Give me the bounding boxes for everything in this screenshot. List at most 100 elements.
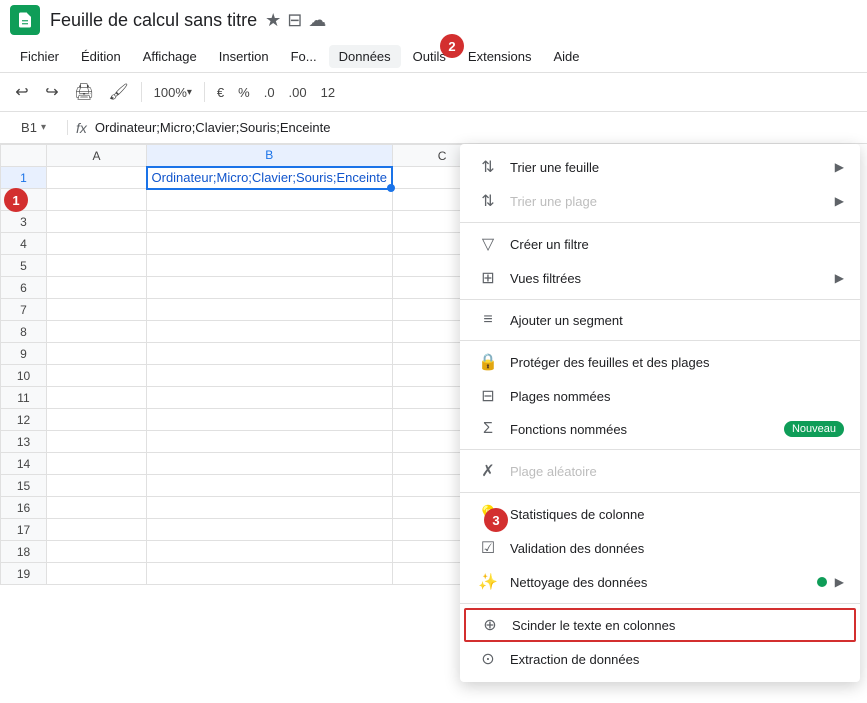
cell-B19[interactable] [147, 563, 393, 585]
cell-A7[interactable] [47, 299, 147, 321]
row-num-7[interactable]: 7 [1, 299, 47, 321]
menu-insertion[interactable]: Insertion [209, 45, 279, 68]
dropdown-icon-validation: ☑ [476, 538, 500, 558]
cell-B15[interactable] [147, 475, 393, 497]
cell-A11[interactable] [47, 387, 147, 409]
dropdown-item-vues-filtrees[interactable]: ⊞Vues filtrées▶ [460, 261, 860, 295]
dropdown-item-nettoyage[interactable]: ✨Nettoyage des données▶ [460, 565, 860, 599]
dropdown-item-ajouter-segment[interactable]: ≡Ajouter un segment [460, 304, 860, 336]
cell-A10[interactable] [47, 365, 147, 387]
undo-button[interactable]: ↩ [8, 78, 36, 106]
dropdown-item-fonctions-nommees[interactable]: ΣFonctions nomméesNouveau [460, 413, 860, 445]
row-num-8[interactable]: 8 [1, 321, 47, 343]
row-num-17[interactable]: 17 [1, 519, 47, 541]
dropdown-label-nettoyage: Nettoyage des données [510, 575, 809, 590]
row-num-19[interactable]: 19 [1, 563, 47, 585]
cell-reference[interactable]: B1 ▾ [8, 120, 68, 135]
cell-A3[interactable] [47, 211, 147, 233]
cell-B2[interactable] [147, 189, 393, 211]
row-num-1[interactable]: 1 [1, 167, 47, 189]
cell-A18[interactable] [47, 541, 147, 563]
col-header-a[interactable]: A [47, 145, 147, 167]
menu-donnees[interactable]: Données [329, 45, 401, 68]
cell-B7[interactable] [147, 299, 393, 321]
row-num-13[interactable]: 13 [1, 431, 47, 453]
redo-button[interactable]: ↪ [38, 78, 66, 106]
row-num-16[interactable]: 16 [1, 497, 47, 519]
row-num-6[interactable]: 6 [1, 277, 47, 299]
selection-handle[interactable] [387, 184, 395, 192]
cell-B5[interactable] [147, 255, 393, 277]
cell-A5[interactable] [47, 255, 147, 277]
menu-extensions[interactable]: Extensions [458, 45, 542, 68]
row-num-15[interactable]: 15 [1, 475, 47, 497]
cell-B9[interactable] [147, 343, 393, 365]
menu-affichage[interactable]: Affichage [133, 45, 207, 68]
menu-edition[interactable]: Édition [71, 45, 131, 68]
cell-A16[interactable] [47, 497, 147, 519]
cell-A15[interactable] [47, 475, 147, 497]
print-button[interactable]: 🖨 [68, 78, 100, 106]
euro-button[interactable]: € [211, 78, 230, 106]
cell-A9[interactable] [47, 343, 147, 365]
menu-aide[interactable]: Aide [544, 45, 590, 68]
row-num-18[interactable]: 18 [1, 541, 47, 563]
percent-button[interactable]: % [232, 78, 256, 106]
cell-B3[interactable] [147, 211, 393, 233]
cell-A6[interactable] [47, 277, 147, 299]
cell-B16[interactable] [147, 497, 393, 519]
row-num-4[interactable]: 4 [1, 233, 47, 255]
cell-B6[interactable] [147, 277, 393, 299]
dropdown-item-validation[interactable]: ☑Validation des données [460, 531, 860, 565]
cell-B10[interactable] [147, 365, 393, 387]
row-num-14[interactable]: 14 [1, 453, 47, 475]
cell-A14[interactable] [47, 453, 147, 475]
more-formats-button[interactable]: 12 [315, 78, 341, 106]
dropdown-icon-creer-filtre: ▽ [476, 234, 500, 254]
star-icon[interactable]: ★ [265, 10, 281, 31]
folder-icon[interactable]: ⊟ [287, 10, 302, 31]
menu-format[interactable]: Fo... [281, 45, 327, 68]
cell-A8[interactable] [47, 321, 147, 343]
row-num-10[interactable]: 10 [1, 365, 47, 387]
row-num-12[interactable]: 12 [1, 409, 47, 431]
cell-A1[interactable] [47, 167, 147, 189]
cell-B12[interactable] [147, 409, 393, 431]
cell-B11[interactable] [147, 387, 393, 409]
cell-A13[interactable] [47, 431, 147, 453]
decimal-increase-button[interactable]: .00 [283, 78, 313, 106]
cell-A17[interactable] [47, 519, 147, 541]
cell-A2[interactable] [47, 189, 147, 211]
row-num-3[interactable]: 3 [1, 211, 47, 233]
dropdown-item-trier-feuille[interactable]: ⇅Trier une feuille▶ [460, 150, 860, 184]
col-header-b[interactable]: B [147, 145, 393, 167]
cell-B13[interactable] [147, 431, 393, 453]
dropdown-item-creer-filtre[interactable]: ▽Créer un filtre [460, 227, 860, 261]
cell-B17[interactable] [147, 519, 393, 541]
dropdown-label-plages-nommees: Plages nommées [510, 389, 844, 404]
formula-content[interactable]: Ordinateur;Micro;Clavier;Souris;Enceinte [95, 120, 859, 135]
cell-B18[interactable] [147, 541, 393, 563]
cell-B4[interactable] [147, 233, 393, 255]
cloud-icon[interactable]: ☁ [308, 10, 326, 31]
toolbar: ↩ ↪ 🖨 🖌 100% ▾ € % .0 .00 12 [0, 72, 867, 112]
dropdown-item-statistiques[interactable]: 💡Statistiques de colonne [460, 497, 860, 531]
dropdown-item-proteger[interactable]: 🔒Protéger des feuilles et des plages [460, 345, 860, 379]
dropdown-item-extraction[interactable]: ⊙Extraction de données [460, 642, 860, 676]
dropdown-arrow-trier-feuille: ▶ [835, 160, 844, 174]
dropdown-item-scinder[interactable]: ⊕Scinder le texte en colonnes [464, 608, 856, 642]
cell-A4[interactable] [47, 233, 147, 255]
row-num-9[interactable]: 9 [1, 343, 47, 365]
row-num-5[interactable]: 5 [1, 255, 47, 277]
menu-fichier[interactable]: Fichier [10, 45, 69, 68]
cell-A19[interactable] [47, 563, 147, 585]
cell-A12[interactable] [47, 409, 147, 431]
row-num-11[interactable]: 11 [1, 387, 47, 409]
zoom-selector[interactable]: 100% ▾ [148, 78, 198, 106]
decimal-decrease-button[interactable]: .0 [258, 78, 281, 106]
format-paint-button[interactable]: 🖌 [102, 78, 134, 106]
cell-B1[interactable]: Ordinateur;Micro;Clavier;Souris;Enceinte [147, 167, 393, 189]
cell-B14[interactable] [147, 453, 393, 475]
cell-B8[interactable] [147, 321, 393, 343]
dropdown-item-plages-nommees[interactable]: ⊟Plages nommées [460, 379, 860, 413]
